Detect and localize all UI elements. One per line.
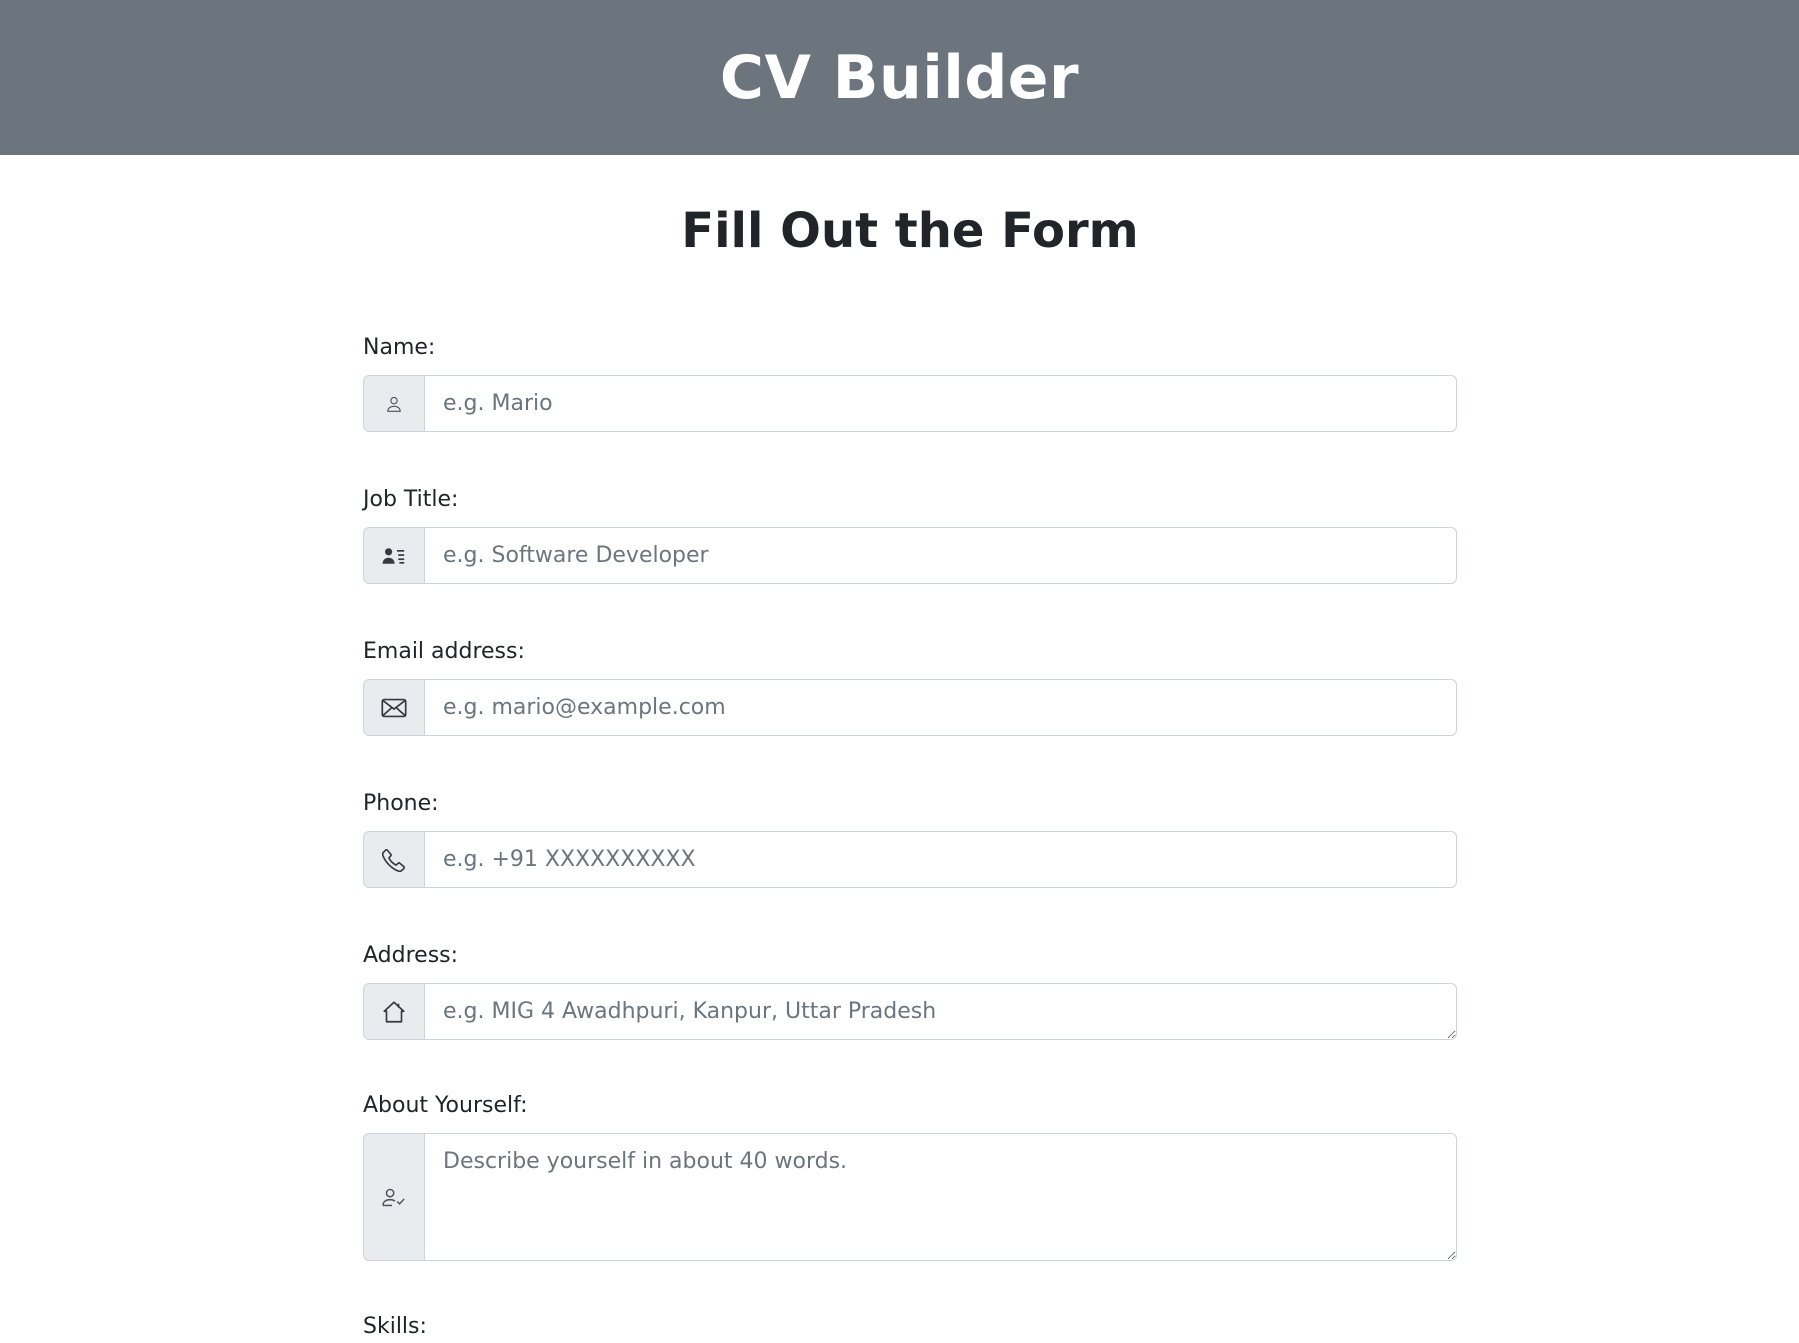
house-icon [363,983,424,1040]
person-icon [363,375,424,432]
name-label: Name: [363,335,436,360]
about-input-group [363,1133,1457,1261]
email-label: Email address: [363,639,525,664]
person-check-icon [363,1133,424,1261]
name-input-group [363,375,1457,432]
skills-label: Skills: [363,1314,427,1339]
app-header: CV Builder [0,0,1799,155]
about-textarea[interactable] [424,1133,1457,1261]
email-input-group [363,679,1457,736]
envelope-icon [363,679,424,736]
name-input[interactable] [424,375,1457,432]
job-title-input-group [363,527,1457,584]
address-label: Address: [363,943,459,968]
phone-label: Phone: [363,791,439,816]
form-heading: Fill Out the Form [681,203,1139,259]
job-title-label: Job Title: [363,487,459,512]
app-title: CV Builder [719,42,1080,113]
phone-input[interactable] [424,831,1457,888]
address-textarea[interactable] [424,983,1457,1040]
about-label: About Yourself: [363,1093,528,1118]
telephone-icon [363,831,424,888]
cv-form: Name: Job Title: Email address: [363,332,1457,1343]
person-lines-icon [363,527,424,584]
phone-input-group [363,831,1457,888]
job-title-input[interactable] [424,527,1457,584]
email-input[interactable] [424,679,1457,736]
address-input-group [363,983,1457,1040]
